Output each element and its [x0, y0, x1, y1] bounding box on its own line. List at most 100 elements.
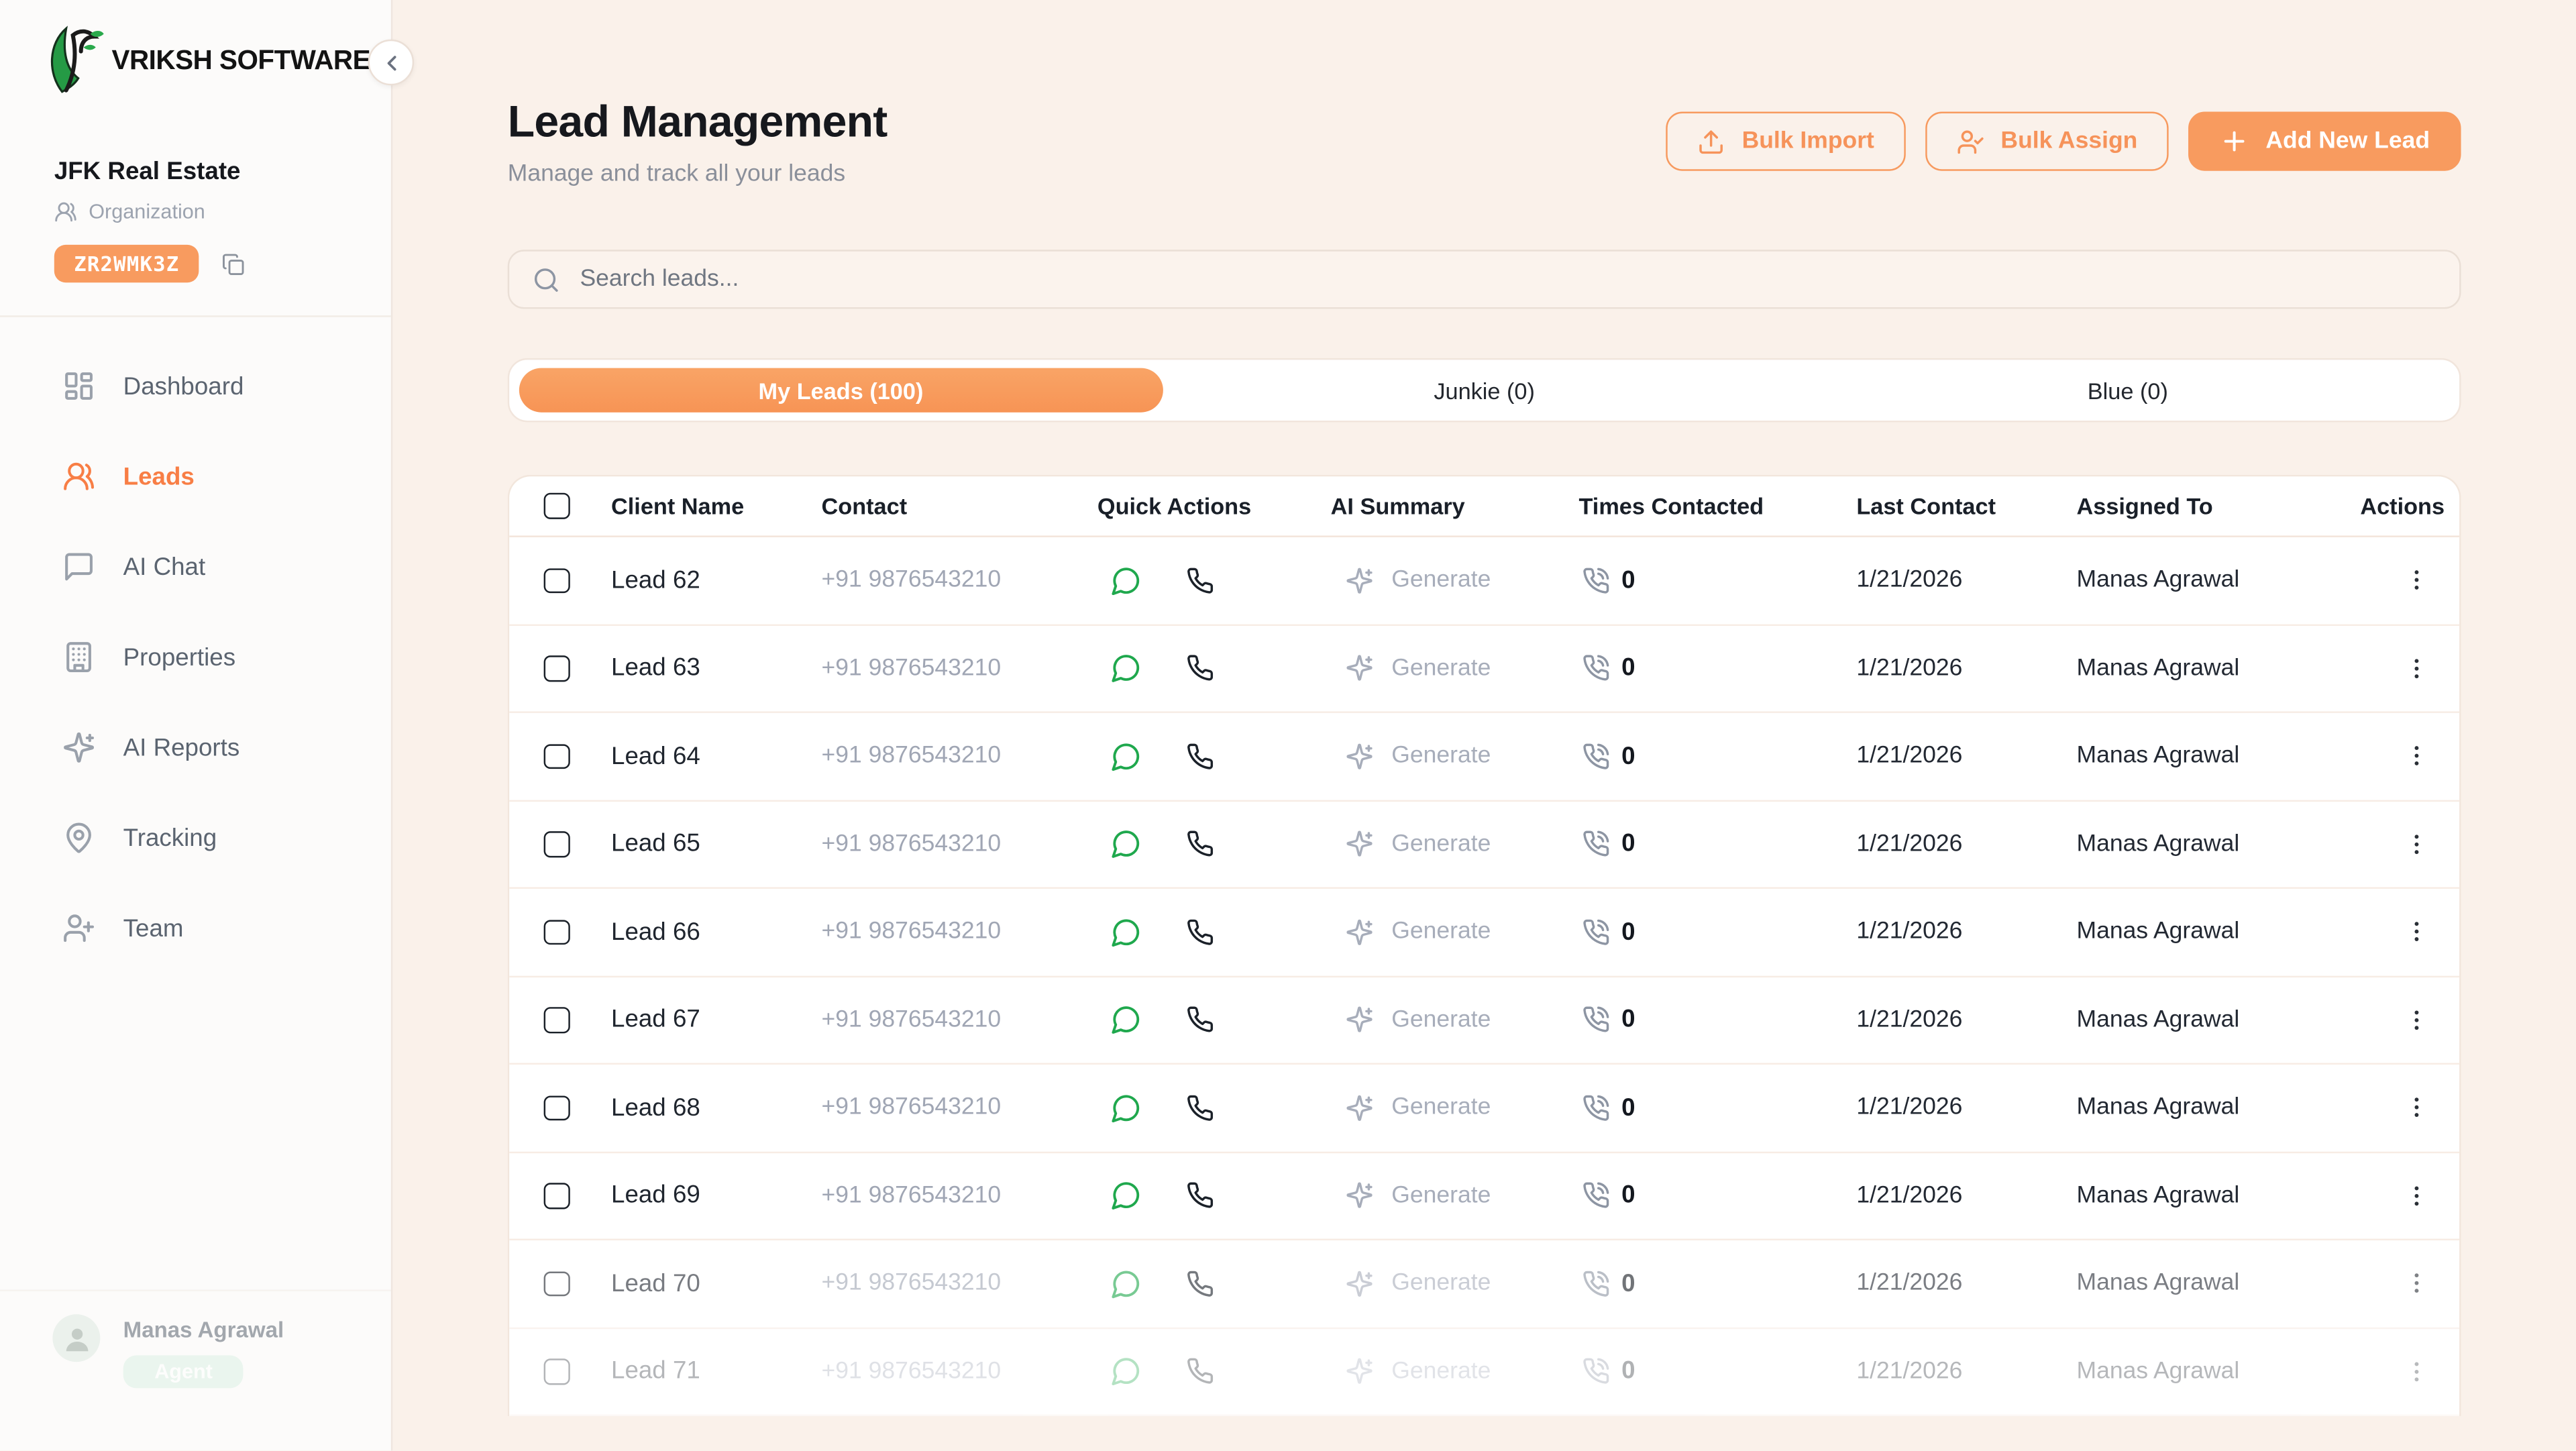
- user-profile[interactable]: Manas Agrawal Agent: [0, 1289, 391, 1450]
- whatsapp-icon[interactable]: [1111, 916, 1142, 948]
- sidebar-item-team[interactable]: Team: [40, 896, 368, 961]
- generate-summary-button[interactable]: Generate: [1331, 654, 1491, 682]
- row-checkbox[interactable]: [544, 1183, 570, 1208]
- map-pin-icon: [62, 821, 95, 854]
- sparkles-icon: [1346, 830, 1374, 858]
- row-checkbox[interactable]: [544, 1271, 570, 1296]
- row-actions-menu-icon[interactable]: [2400, 740, 2433, 773]
- sidebar-item-ai-reports[interactable]: AI Reports: [40, 714, 368, 780]
- row-actions-menu-icon[interactable]: [2400, 1267, 2433, 1300]
- row-checkbox[interactable]: [544, 919, 570, 945]
- phone-call-icon: [1582, 1093, 1610, 1122]
- whatsapp-icon[interactable]: [1111, 1268, 1142, 1299]
- row-actions-menu-icon[interactable]: [2400, 564, 2433, 597]
- sidebar-item-label: AI Reports: [123, 733, 240, 761]
- col-assigned-to: Assigned To: [2077, 493, 2358, 519]
- row-checkbox[interactable]: [544, 1095, 570, 1120]
- bulk-import-button[interactable]: Bulk Import: [1666, 112, 1905, 171]
- assigned-to: Manas Agrawal: [2077, 919, 2358, 945]
- whatsapp-icon[interactable]: [1111, 1180, 1142, 1212]
- select-all-checkbox[interactable]: [544, 493, 570, 519]
- generate-summary-button[interactable]: Generate: [1331, 1357, 1491, 1385]
- sparkles-icon: [62, 731, 95, 764]
- client-name: Lead 66: [611, 918, 821, 946]
- whatsapp-icon[interactable]: [1111, 1092, 1142, 1124]
- call-icon[interactable]: [1186, 1093, 1214, 1122]
- phone-call-icon: [1582, 1357, 1610, 1385]
- tab-junkie[interactable]: Junkie (0): [1163, 368, 1806, 413]
- assigned-to: Manas Agrawal: [2077, 568, 2358, 594]
- generate-summary-button[interactable]: Generate: [1331, 1006, 1491, 1034]
- generate-label: Generate: [1391, 1358, 1491, 1385]
- client-name: Lead 70: [611, 1269, 821, 1297]
- row-checkbox[interactable]: [544, 568, 570, 593]
- row-checkbox[interactable]: [544, 1358, 570, 1384]
- col-quick-actions: Quick Actions: [1097, 493, 1331, 519]
- sidebar-item-tracking[interactable]: Tracking: [40, 805, 368, 871]
- row-checkbox[interactable]: [544, 743, 570, 769]
- generate-summary-button[interactable]: Generate: [1331, 918, 1491, 946]
- search-input[interactable]: [580, 266, 2436, 292]
- sidebar-item-leads[interactable]: Leads: [40, 443, 368, 509]
- last-contact-date: 1/21/2026: [1856, 831, 2076, 857]
- generate-summary-button[interactable]: Generate: [1331, 830, 1491, 858]
- row-checkbox[interactable]: [544, 655, 570, 681]
- whatsapp-icon[interactable]: [1111, 1356, 1142, 1387]
- assigned-to: Manas Agrawal: [2077, 655, 2358, 682]
- sidebar-item-label: Tracking: [123, 824, 217, 852]
- row-actions-menu-icon[interactable]: [2400, 1091, 2433, 1124]
- whatsapp-icon[interactable]: [1111, 1004, 1142, 1036]
- generate-summary-button[interactable]: Generate: [1331, 742, 1491, 770]
- last-contact-date: 1/21/2026: [1856, 1183, 2076, 1209]
- whatsapp-icon[interactable]: [1111, 828, 1142, 860]
- row-actions-menu-icon[interactable]: [2400, 828, 2433, 861]
- sparkles-icon: [1346, 742, 1374, 770]
- generate-summary-button[interactable]: Generate: [1331, 1269, 1491, 1297]
- assigned-to: Manas Agrawal: [2077, 1358, 2358, 1385]
- call-icon[interactable]: [1186, 1357, 1214, 1385]
- sidebar-collapse-button[interactable]: [368, 40, 415, 86]
- whatsapp-icon[interactable]: [1111, 565, 1142, 596]
- contact-number: +91 9876543210: [821, 919, 1097, 945]
- row-actions-menu-icon[interactable]: [2400, 1179, 2433, 1212]
- call-icon[interactable]: [1186, 742, 1214, 770]
- sidebar-item-properties[interactable]: Properties: [40, 625, 368, 690]
- generate-label: Generate: [1391, 1271, 1491, 1297]
- sidebar-item-label: Dashboard: [123, 372, 244, 400]
- bulk-assign-button[interactable]: Bulk Assign: [1925, 112, 2169, 171]
- whatsapp-icon[interactable]: [1111, 741, 1142, 772]
- generate-summary-button[interactable]: Generate: [1331, 566, 1491, 594]
- row-actions-menu-icon[interactable]: [2400, 916, 2433, 949]
- sidebar-item-dashboard[interactable]: Dashboard: [40, 354, 368, 419]
- table-row: Lead 68 +91 9876543210 Generate 0 1/: [509, 1065, 2459, 1152]
- row-actions-menu-icon[interactable]: [2400, 1355, 2433, 1388]
- col-last-contact: Last Contact: [1856, 493, 2076, 519]
- call-icon[interactable]: [1186, 830, 1214, 858]
- call-icon[interactable]: [1186, 1269, 1214, 1297]
- generate-label: Generate: [1391, 655, 1491, 682]
- plus-icon: [2220, 127, 2249, 156]
- tab-my-leads[interactable]: My Leads (100): [519, 368, 1163, 413]
- row-actions-menu-icon[interactable]: [2400, 652, 2433, 685]
- sidebar-item-ai-chat[interactable]: AI Chat: [40, 534, 368, 600]
- tab-blue[interactable]: Blue (0): [1806, 368, 2449, 413]
- table-row: Lead 62 +91 9876543210 Generate 0 1/: [509, 537, 2459, 625]
- user-name: Manas Agrawal: [123, 1318, 284, 1342]
- call-icon[interactable]: [1186, 1181, 1214, 1210]
- table-row: Lead 63 +91 9876543210 Generate 0 1/: [509, 625, 2459, 713]
- whatsapp-icon[interactable]: [1111, 653, 1142, 684]
- row-checkbox[interactable]: [544, 831, 570, 857]
- call-icon[interactable]: [1186, 566, 1214, 594]
- last-contact-date: 1/21/2026: [1856, 1271, 2076, 1297]
- call-icon[interactable]: [1186, 918, 1214, 946]
- call-icon[interactable]: [1186, 654, 1214, 682]
- app-viewport: VRIKSH SOFTWARE JFK Real Estate Organiza…: [0, 0, 2576, 1450]
- row-checkbox[interactable]: [544, 1007, 570, 1032]
- generate-summary-button[interactable]: Generate: [1331, 1181, 1491, 1210]
- sparkles-icon: [1346, 654, 1374, 682]
- copy-icon[interactable]: [222, 252, 245, 275]
- call-icon[interactable]: [1186, 1006, 1214, 1034]
- add-new-lead-button[interactable]: Add New Lead: [2188, 112, 2461, 171]
- generate-summary-button[interactable]: Generate: [1331, 1093, 1491, 1122]
- row-actions-menu-icon[interactable]: [2400, 1004, 2433, 1036]
